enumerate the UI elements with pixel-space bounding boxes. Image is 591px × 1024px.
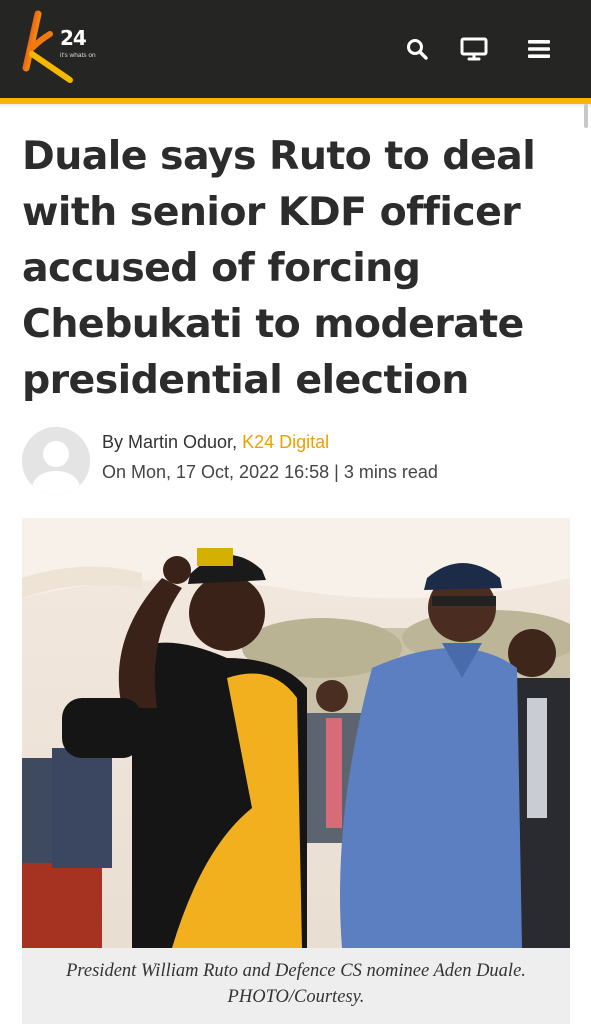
article-photo[interactable] <box>22 518 570 948</box>
logo-tagline: it's whats on <box>60 52 96 59</box>
tv-icon <box>460 37 488 61</box>
hamburger-menu-icon <box>528 40 550 58</box>
live-tv-button[interactable] <box>457 32 491 66</box>
article-title: Duale says Ruto to deal with senior KDF … <box>22 133 536 403</box>
article-photo-image <box>22 518 570 948</box>
logo-number: 24 <box>60 26 87 50</box>
site-header: 24 it's whats on <box>0 0 591 98</box>
search-icon <box>407 39 428 60</box>
article-meta: On Mon, 17 Oct, 2022 16:58 | 3 mins read <box>102 462 438 483</box>
byline-separator: , <box>232 432 243 452</box>
breadcrumb-strip <box>0 104 591 108</box>
byline-prefix: By <box>102 432 129 452</box>
meta-divider: | <box>329 462 344 482</box>
page-scrollbar[interactable] <box>584 104 588 128</box>
source-link[interactable]: K24 Digital <box>242 432 329 452</box>
main-menu-button[interactable] <box>522 32 556 66</box>
k24-logo[interactable]: 24 it's whats on <box>18 10 108 86</box>
read-time: 3 mins read <box>343 462 438 482</box>
photo-caption: President William Ruto and Defence CS no… <box>22 948 570 1024</box>
search-button[interactable] <box>400 32 434 66</box>
author-link[interactable]: Martin Oduor <box>128 432 232 452</box>
avatar-placeholder-icon <box>22 427 90 495</box>
article-byline: By Martin Oduor, K24 Digital <box>102 432 329 453</box>
author-avatar[interactable] <box>22 427 90 495</box>
publish-date: On Mon, 17 Oct, 2022 16:58 <box>102 462 330 482</box>
